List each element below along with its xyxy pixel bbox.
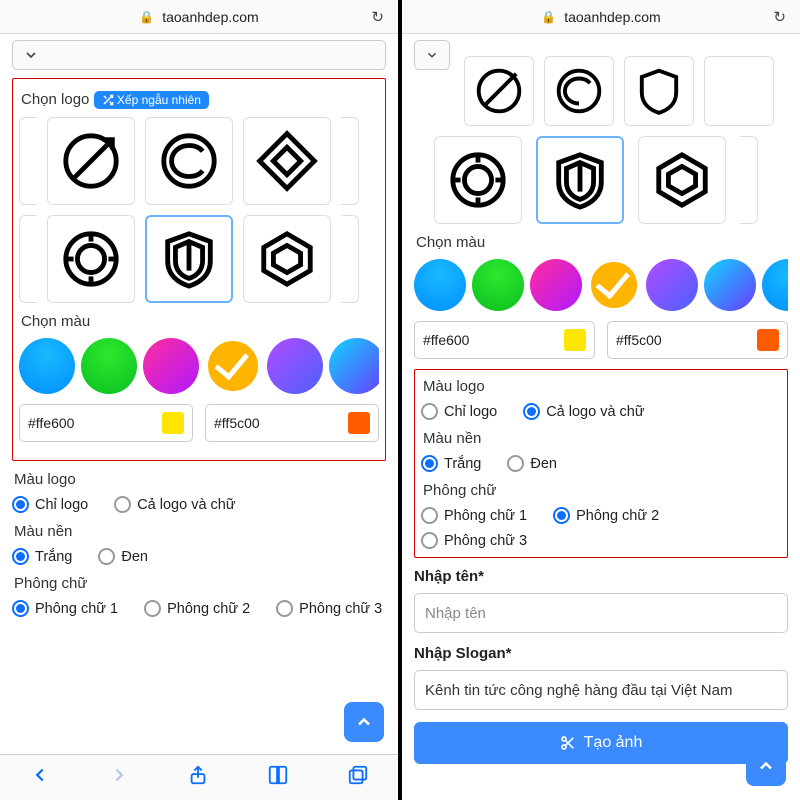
scroll-top-button[interactable] <box>344 702 384 742</box>
highlight-box-right: Màu logo Chỉ logo Cả logo và chữ Màu nền… <box>414 369 788 558</box>
color-swatch-selected[interactable] <box>588 259 640 311</box>
color-swatch-selected[interactable] <box>205 338 261 394</box>
color-chip <box>757 329 779 351</box>
name-label: Nhập tên* <box>414 568 788 585</box>
logo-option[interactable] <box>740 136 758 224</box>
shuffle-icon <box>102 94 114 106</box>
choose-logo-title: Chọn logo Xếp ngẫu nhiên <box>21 91 379 109</box>
color-logo-title: Màu logo <box>14 471 386 488</box>
forward-button <box>108 764 130 791</box>
right-screenshot: 🔒 taoanhdep.com ↻ Chọn màu <box>402 0 800 800</box>
logo-option[interactable] <box>624 56 694 126</box>
logo-option[interactable] <box>434 136 522 224</box>
logo-option[interactable] <box>341 117 359 205</box>
choose-color-title: Chọn màu <box>21 313 379 330</box>
back-button[interactable] <box>29 764 51 791</box>
color-swatch[interactable] <box>143 338 199 394</box>
radio-bg-black[interactable]: Đen <box>507 455 557 472</box>
chevron-up-icon <box>354 712 374 732</box>
share-button[interactable] <box>187 763 209 792</box>
logo-option[interactable] <box>47 215 135 303</box>
choose-color-title: Chọn màu <box>416 234 788 251</box>
left-screenshot: 🔒 taoanhdep.com ↻ Chọn logo Xếp ngẫu nhi… <box>0 0 398 800</box>
chevron-down-icon <box>425 47 439 63</box>
logo-option[interactable] <box>243 215 331 303</box>
radio-font-2[interactable]: Phông chữ 2 <box>553 507 659 524</box>
highlight-box-left: Chọn logo Xếp ngẫu nhiên <box>12 78 386 461</box>
bg-title: Màu nền <box>14 523 386 540</box>
color-swatch[interactable] <box>704 259 756 311</box>
font-title: Phông chữ <box>423 482 781 499</box>
color-chip <box>162 412 184 434</box>
color-swatch[interactable] <box>472 259 524 311</box>
site-url: taoanhdep.com <box>564 9 661 25</box>
color-chip <box>348 412 370 434</box>
chevron-up-icon <box>756 756 776 776</box>
radio-font-1[interactable]: Phông chữ 1 <box>421 507 527 524</box>
slogan-label: Nhập Slogan* <box>414 645 788 662</box>
radio-font-3[interactable]: Phông chữ 3 <box>421 532 527 549</box>
category-dropdown[interactable] <box>12 40 386 70</box>
lock-icon: 🔒 <box>139 10 154 24</box>
radio-logo-and-text[interactable]: Cả logo và chữ <box>523 403 644 420</box>
hex-input-2[interactable]: #ff5c00 <box>607 321 788 359</box>
bookmarks-button[interactable] <box>266 764 290 791</box>
logo-option[interactable] <box>638 136 726 224</box>
bg-title: Màu nền <box>423 430 781 447</box>
radio-bg-black[interactable]: Đen <box>98 548 148 565</box>
logo-option[interactable] <box>19 215 37 303</box>
logo-option[interactable] <box>243 117 331 205</box>
reload-icon[interactable]: ↻ <box>773 8 786 26</box>
logo-option[interactable] <box>47 117 135 205</box>
address-bar: 🔒 taoanhdep.com ↻ <box>0 0 398 34</box>
radio-bg-white[interactable]: Trắng <box>421 455 481 472</box>
color-chip <box>564 329 586 351</box>
radio-only-logo[interactable]: Chỉ logo <box>12 496 88 513</box>
logo-option[interactable] <box>704 56 774 126</box>
color-swatch[interactable] <box>81 338 137 394</box>
safari-toolbar <box>0 754 398 800</box>
scissors-icon <box>560 735 576 751</box>
color-swatch[interactable] <box>530 259 582 311</box>
color-swatch[interactable] <box>329 338 379 394</box>
logo-option-selected[interactable] <box>145 215 233 303</box>
radio-font-1[interactable]: Phông chữ 1 <box>12 600 118 617</box>
logo-option-selected[interactable] <box>536 136 624 224</box>
color-swatch[interactable] <box>414 259 466 311</box>
site-url: taoanhdep.com <box>162 9 259 25</box>
color-swatch[interactable] <box>762 259 788 311</box>
create-button[interactable]: Tạo ảnh <box>414 722 788 764</box>
reload-icon[interactable]: ↻ <box>371 8 384 26</box>
slogan-input[interactable]: Kênh tin tức công nghệ hàng đầu tại Việt… <box>414 670 788 710</box>
hex-input-1[interactable]: #ffe600 <box>19 404 193 442</box>
color-swatch[interactable] <box>267 338 323 394</box>
radio-logo-and-text[interactable]: Cả logo và chữ <box>114 496 235 513</box>
logo-option[interactable] <box>544 56 614 126</box>
chevron-down-icon <box>23 47 39 63</box>
tabs-button[interactable] <box>347 764 369 791</box>
logo-option[interactable] <box>19 117 37 205</box>
hex-input-2[interactable]: #ff5c00 <box>205 404 379 442</box>
color-swatches <box>414 259 788 311</box>
hex-input-1[interactable]: #ffe600 <box>414 321 595 359</box>
color-swatch[interactable] <box>646 259 698 311</box>
radio-font-2[interactable]: Phông chữ 2 <box>144 600 250 617</box>
font-title: Phông chữ <box>14 575 386 592</box>
radio-bg-white[interactable]: Trắng <box>12 548 72 565</box>
logo-option[interactable] <box>341 215 359 303</box>
address-bar: 🔒 taoanhdep.com ↻ <box>402 0 800 34</box>
color-swatches <box>19 338 379 394</box>
lock-icon: 🔒 <box>541 10 556 24</box>
color-swatch[interactable] <box>19 338 75 394</box>
name-input[interactable]: Nhập tên <box>414 593 788 633</box>
color-logo-title: Màu logo <box>423 378 781 395</box>
radio-only-logo[interactable]: Chỉ logo <box>421 403 497 420</box>
scroll-top-button[interactable] <box>746 746 786 786</box>
logo-option[interactable] <box>145 117 233 205</box>
category-dropdown[interactable] <box>414 40 450 70</box>
radio-font-3[interactable]: Phông chữ 3 <box>276 600 382 617</box>
logo-option[interactable] <box>464 56 534 126</box>
shuffle-button[interactable]: Xếp ngẫu nhiên <box>94 91 209 109</box>
